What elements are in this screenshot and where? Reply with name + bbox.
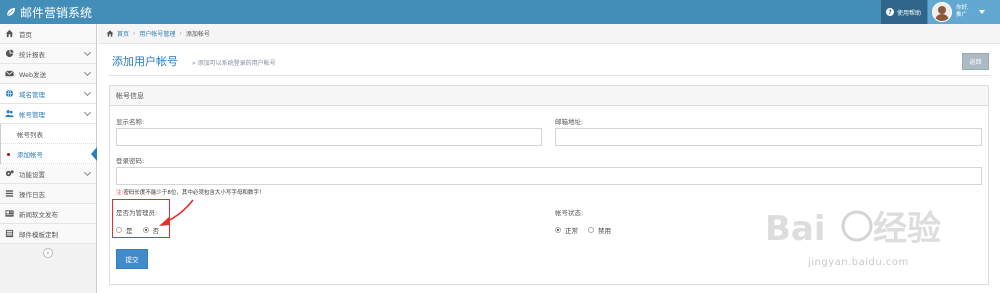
- user-line2: 推广: [956, 12, 968, 18]
- user-menu[interactable]: 你好, 推广: [928, 0, 1000, 24]
- submit-button[interactable]: 提交: [116, 249, 148, 269]
- template-icon: [5, 229, 14, 238]
- globe-icon: [5, 89, 14, 98]
- radio-label: 正常: [565, 227, 578, 235]
- list-icon: [5, 190, 14, 197]
- back-button[interactable]: 返回: [962, 53, 989, 70]
- caret-down-icon: [978, 10, 985, 14]
- users-icon: [5, 110, 14, 118]
- news-icon: [5, 210, 14, 217]
- status-radio-group: 正常 禁用: [555, 225, 611, 235]
- radio-status-disabled[interactable]: [588, 227, 594, 233]
- sidebar-item-label: Web发送: [19, 70, 47, 79]
- breadcrumb-parent[interactable]: 用户帐号管理: [139, 29, 175, 38]
- password-label: 登录密码:: [116, 157, 145, 165]
- home-icon: [5, 29, 14, 38]
- email-label: 邮箱地址:: [555, 118, 584, 126]
- sidebar-item-news[interactable]: 新闻软文发布: [0, 204, 96, 224]
- sidebar-collapse: «: [0, 244, 96, 262]
- sidebar: 首页 统计报表 Web发送 域名管理 帐号管理 帐号列表 添加帐号 功能设置 操…: [0, 24, 97, 293]
- sidebar-item-label: 邮件模板定制: [19, 230, 58, 239]
- sidebar-item-logs[interactable]: 操作日志: [0, 184, 96, 204]
- home-icon: [106, 30, 114, 37]
- account-submenu: 帐号列表 添加帐号: [0, 124, 97, 164]
- breadcrumb-separator-icon: ›: [179, 30, 182, 37]
- brand[interactable]: 邮件营销系统: [6, 4, 92, 20]
- display-name-label: 显示名称:: [116, 118, 145, 126]
- display-name-input[interactable]: [116, 128, 542, 146]
- chevron-down-icon: [83, 108, 92, 117]
- chevron-down-icon: [83, 68, 92, 77]
- cogs-icon: [5, 170, 14, 177]
- sidebar-item-settings[interactable]: 功能设置: [0, 164, 96, 184]
- avatar: [932, 2, 952, 22]
- email-input[interactable]: [555, 128, 982, 146]
- breadcrumb-home[interactable]: 首页: [117, 29, 129, 38]
- baidu-logo: Bai 经验: [765, 209, 941, 249]
- sidebar-item-template[interactable]: 邮件模板定制: [0, 224, 96, 244]
- page-subtitle: » 添加可以系统登录的用户帐号: [192, 60, 276, 67]
- envelope-icon: [5, 70, 14, 77]
- question-icon: ?: [886, 8, 894, 16]
- breadcrumb: 首页 › 用户帐号管理 › 添加帐号: [98, 24, 1000, 44]
- sidebar-item-label: 操作日志: [19, 190, 45, 199]
- svg-text:Bai: Bai: [765, 209, 826, 249]
- header-divider: [108, 75, 990, 76]
- password-note: 注:密码长度不能少于8位，其中必须包含大小写字母和数字！: [116, 188, 264, 196]
- svg-text:经验: 经验: [873, 209, 941, 249]
- panel-title: 帐号信息: [110, 86, 988, 106]
- user-line1: 你好,: [956, 5, 969, 11]
- top-navbar: 邮件营销系统 ? 使用帮助 你好, 推广: [0, 0, 1000, 24]
- leaf-icon: [6, 8, 15, 17]
- radio-status-normal[interactable]: [555, 227, 561, 233]
- sidebar-item-web-send[interactable]: Web发送: [0, 64, 96, 84]
- annotation-arrow-icon: [159, 199, 194, 226]
- chevron-down-icon: [83, 88, 92, 97]
- sidebar-subitem-label: 帐号列表: [17, 130, 43, 139]
- sidebar-item-stats[interactable]: 统计报表: [0, 44, 96, 64]
- app-title: 邮件营销系统: [20, 5, 93, 20]
- status-label: 帐号状态:: [555, 209, 584, 217]
- help-button[interactable]: ? 使用帮助: [881, 0, 927, 24]
- help-label: 使用帮助: [897, 9, 922, 17]
- sidebar-subitem-add-account[interactable]: 添加帐号: [1, 144, 97, 164]
- sidebar-item-home[interactable]: 首页: [0, 24, 96, 44]
- sidebar-item-label: 统计报表: [19, 50, 45, 59]
- sidebar-item-label: 域名管理: [19, 90, 45, 99]
- password-input[interactable]: [116, 167, 982, 185]
- breadcrumb-separator-icon: ›: [133, 30, 136, 37]
- collapse-button[interactable]: «: [43, 248, 53, 258]
- sidebar-item-label: 新闻软文发布: [19, 210, 58, 219]
- user-greeting: 你好, 推广: [956, 5, 969, 19]
- page-title: 添加用户帐号: [112, 55, 178, 68]
- sidebar-subitem-account-list[interactable]: 帐号列表: [1, 124, 96, 144]
- sidebar-item-domain[interactable]: 域名管理: [0, 84, 96, 104]
- sidebar-item-account[interactable]: 帐号管理: [0, 104, 96, 124]
- pie-chart-icon: [5, 49, 14, 58]
- watermark-url: jingyan.baidu.com: [808, 257, 909, 268]
- chevron-down-icon: [83, 168, 92, 177]
- sidebar-item-label: 首页: [19, 30, 32, 39]
- radio-label: 禁用: [598, 227, 611, 235]
- sidebar-subitem-label: 添加帐号: [17, 150, 43, 159]
- sidebar-item-label: 功能设置: [19, 170, 45, 179]
- sidebar-item-label: 帐号管理: [19, 110, 45, 119]
- note-text: 密码长度不能少于8位，其中必须包含大小写字母和数字！: [123, 190, 265, 196]
- chevron-down-icon: [83, 48, 92, 57]
- breadcrumb-current: 添加帐号: [185, 31, 210, 38]
